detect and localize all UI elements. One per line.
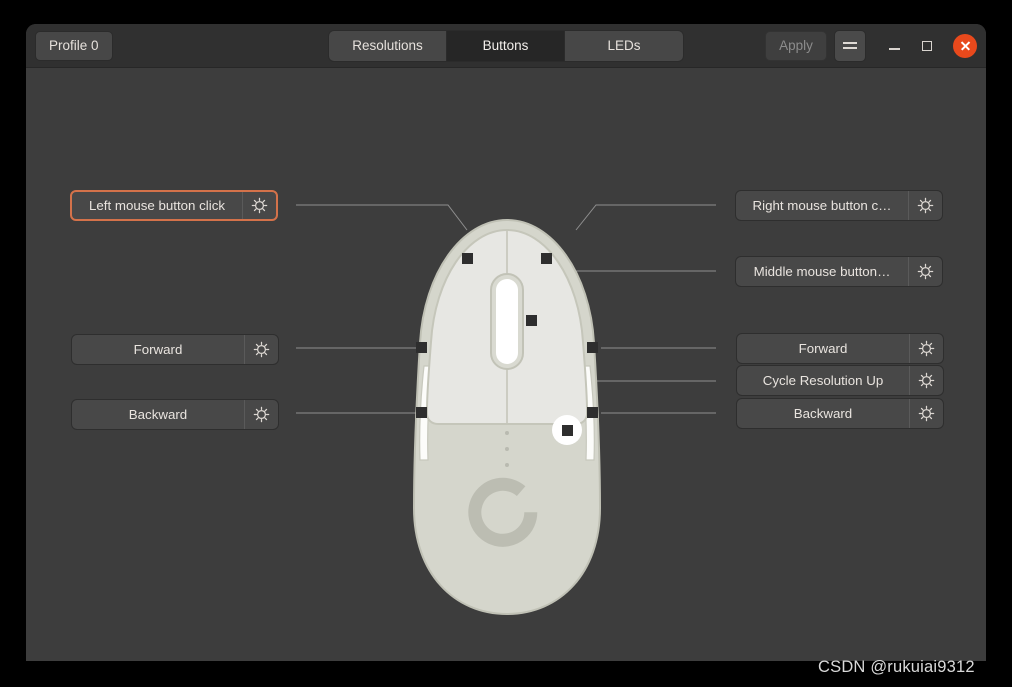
left-click-marker	[462, 253, 473, 264]
binding-middle-mouse-button[interactable]: Middle mouse button…	[735, 256, 943, 287]
binding-cycle-resolution-up[interactable]: Cycle Resolution Up	[736, 365, 944, 396]
binding-right-backward[interactable]: Backward	[736, 398, 944, 429]
minimize-icon	[888, 48, 900, 50]
buttons-configuration-panel: Left mouse button click Forward Backward	[26, 68, 986, 661]
tab-switcher: Resolutions Buttons LEDs	[328, 29, 684, 62]
maximize-icon	[922, 40, 932, 51]
watermark: CSDN @rukuiai9312	[818, 658, 975, 676]
side-backward-marker	[416, 407, 427, 418]
tab-buttons-label: Buttons	[482, 38, 529, 53]
gear-icon[interactable]	[909, 399, 943, 428]
scroll-wheel-marker	[526, 315, 537, 326]
dpi-button-marker	[562, 425, 573, 436]
binding-label: Left mouse button click	[89, 198, 225, 213]
tab-resolutions-label: Resolutions	[352, 38, 423, 53]
led-dot-1	[505, 431, 509, 435]
apply-label: Apply	[779, 38, 813, 53]
gear-icon[interactable]	[244, 400, 278, 429]
apply-button[interactable]: Apply	[765, 30, 827, 61]
scroll-wheel	[496, 279, 518, 364]
mouse-illustration	[412, 218, 602, 618]
tab-buttons[interactable]: Buttons	[447, 30, 565, 61]
binding-label: Cycle Resolution Up	[762, 373, 884, 388]
side-forward-marker	[416, 342, 427, 353]
profile-selector-button[interactable]: Profile 0	[35, 30, 113, 61]
binding-right-forward[interactable]: Forward	[736, 333, 944, 364]
binding-label: Forward	[133, 342, 183, 357]
tab-resolutions[interactable]: Resolutions	[329, 30, 447, 61]
close-icon	[960, 40, 971, 51]
binding-label: Middle mouse button…	[753, 264, 891, 279]
application-window: Profile 0 Resolutions Buttons LEDs Apply	[26, 24, 986, 661]
led-dot-3	[505, 463, 509, 467]
minimize-button[interactable]	[881, 33, 907, 59]
binding-label: Backward	[128, 407, 188, 422]
binding-left-mouse-button-click[interactable]: Left mouse button click	[70, 190, 278, 221]
close-button[interactable]	[953, 33, 977, 58]
right-forward-marker	[587, 342, 598, 353]
hamburger-menu-button[interactable]	[834, 29, 866, 62]
binding-label: Backward	[793, 406, 853, 421]
tab-leds[interactable]: LEDs	[565, 30, 683, 61]
binding-label: Forward	[798, 341, 848, 356]
gear-icon[interactable]	[908, 191, 942, 220]
maximize-button[interactable]	[914, 33, 940, 59]
gear-icon[interactable]	[242, 192, 276, 219]
right-click-marker	[541, 253, 552, 264]
binding-label: Right mouse button c…	[752, 198, 892, 213]
window-controls: Apply	[765, 29, 977, 62]
binding-left-forward[interactable]: Forward	[71, 334, 279, 365]
binding-right-mouse-button-click[interactable]: Right mouse button c…	[735, 190, 943, 221]
tab-leds-label: LEDs	[607, 38, 641, 53]
hamburger-menu-icon	[843, 42, 857, 49]
binding-left-backward[interactable]: Backward	[71, 399, 279, 430]
right-backward-marker	[587, 407, 598, 418]
gear-icon[interactable]	[909, 366, 943, 395]
header-bar: Profile 0 Resolutions Buttons LEDs Apply	[26, 24, 986, 68]
gear-icon[interactable]	[908, 257, 942, 286]
gear-icon[interactable]	[909, 334, 943, 363]
profile-label: Profile 0	[49, 38, 99, 53]
gear-icon[interactable]	[244, 335, 278, 364]
led-dot-2	[505, 447, 509, 451]
